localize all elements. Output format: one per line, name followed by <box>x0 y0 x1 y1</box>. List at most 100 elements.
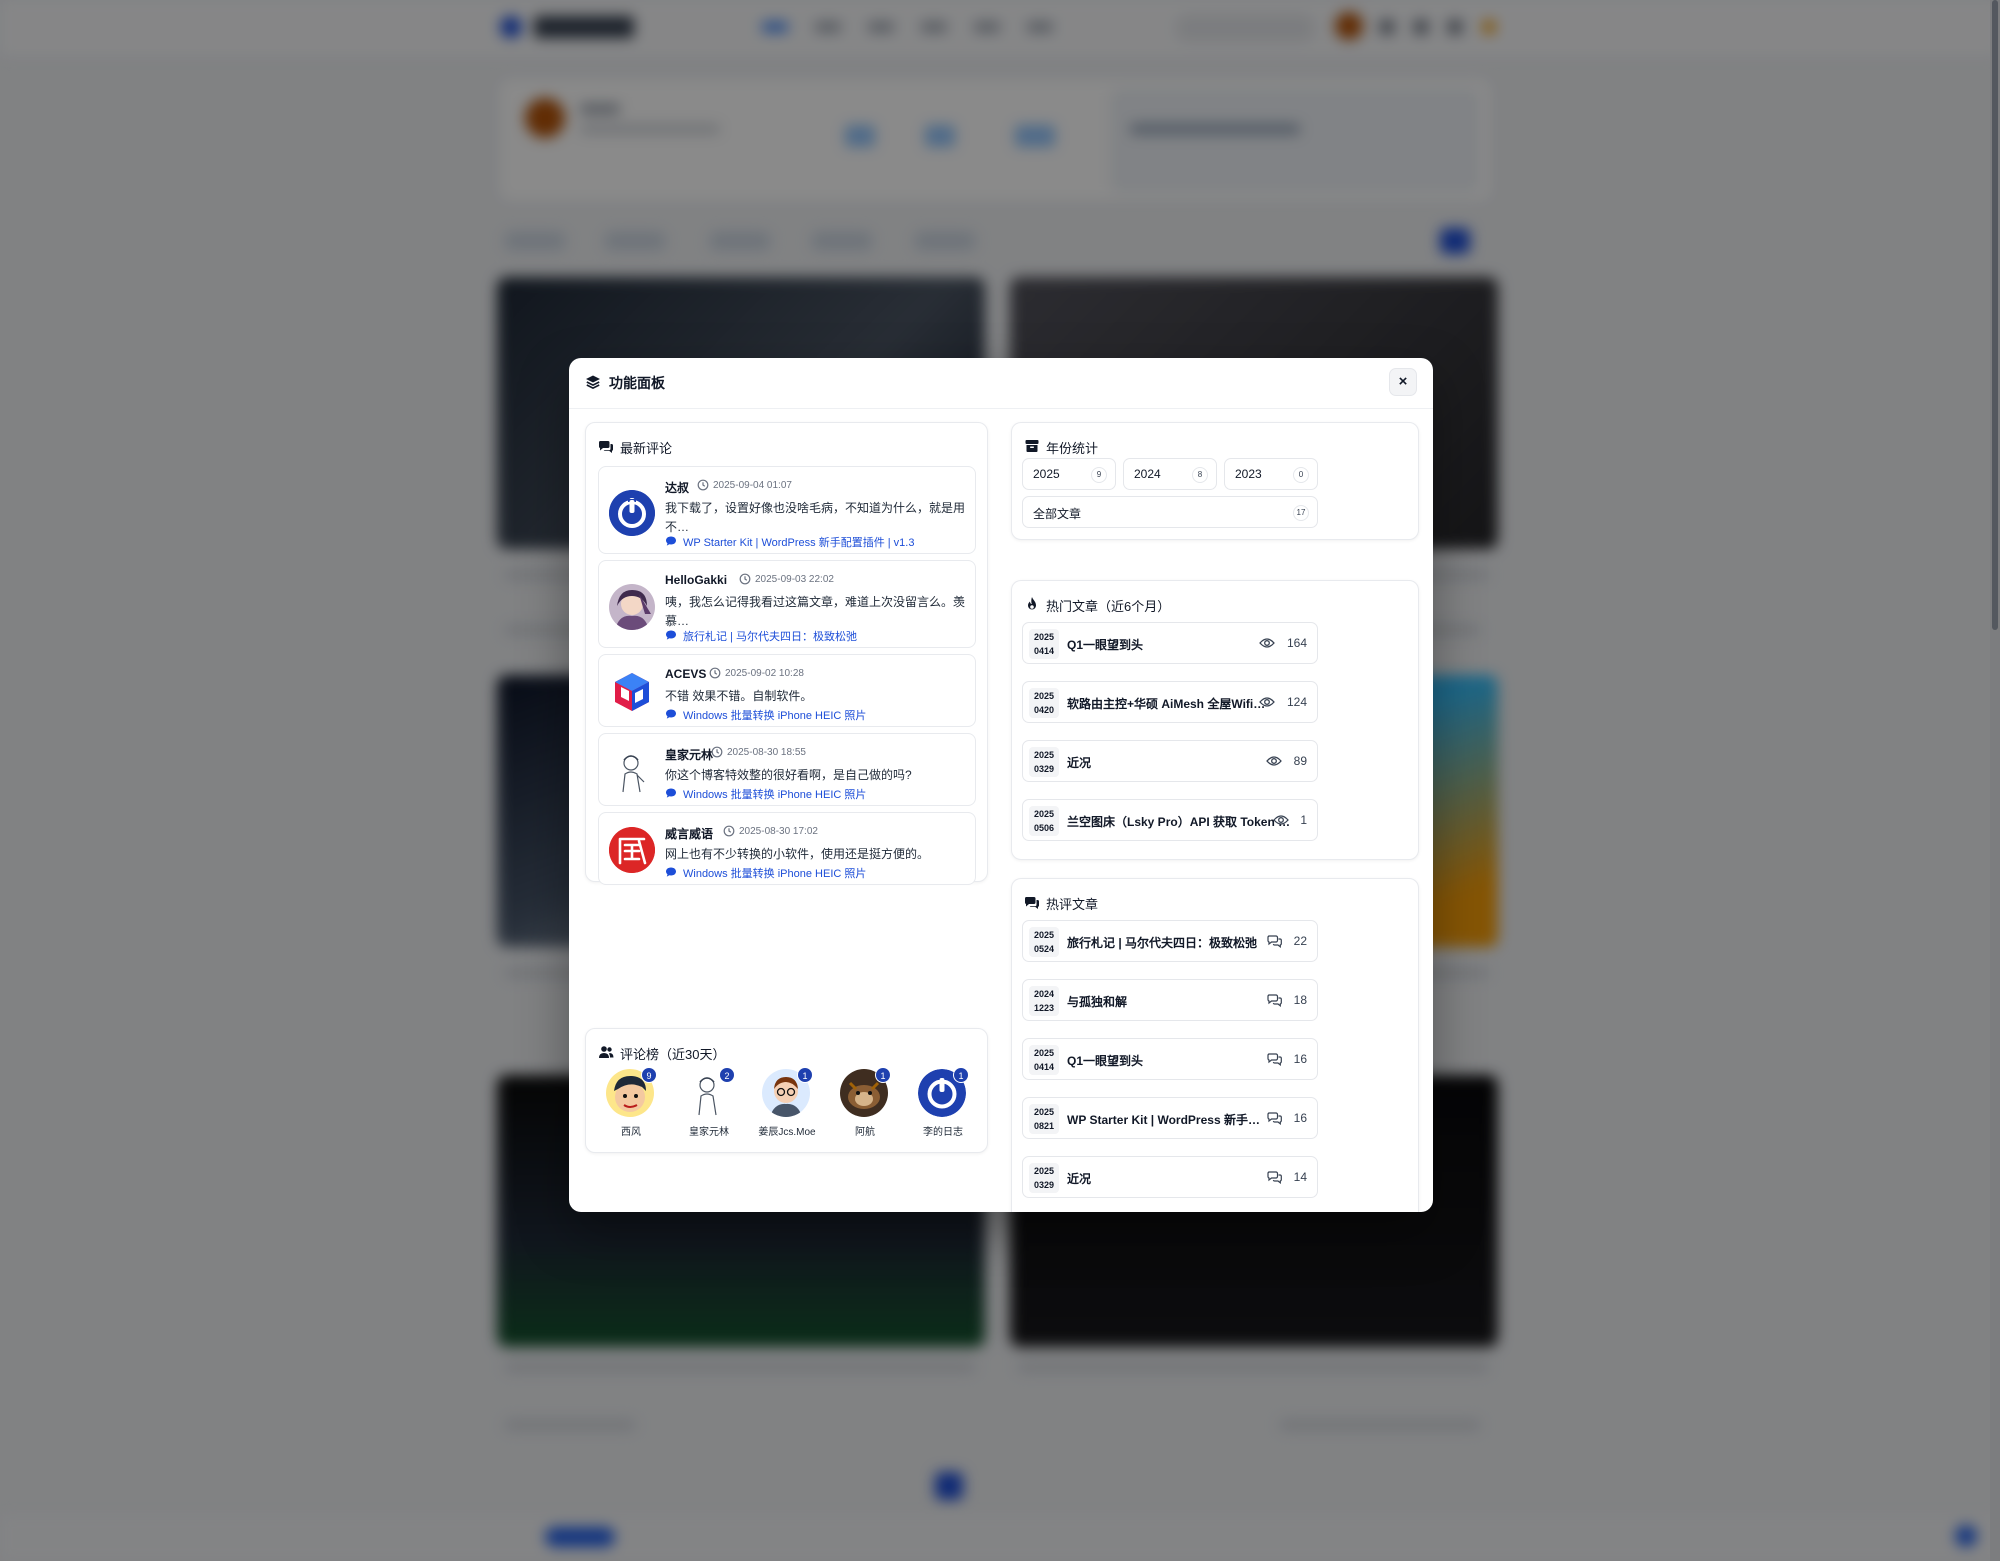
commenter-avatar <box>609 490 655 536</box>
commenter-avatar <box>609 748 655 794</box>
commenter-name[interactable]: ACEVS <box>665 667 706 681</box>
clock-icon <box>711 746 723 758</box>
hot-articles-panel: 热门文章（近6个月） 2025 0414 Q1一眼望到头 164 2025 0420… <box>1011 580 1419 860</box>
year-filter-button[interactable]: 2023 0 <box>1224 458 1318 490</box>
hot-article-item[interactable]: 2025 0506 兰空图床（Lsky Pro）API 获取 Token 教程 1 <box>1022 799 1318 841</box>
article-month-day: 1223 <box>1033 1003 1055 1013</box>
comment-item[interactable]: 达叔 2025-09-04 01:07 我下载了，设置好像也没啥毛病，不知道为什… <box>598 466 976 554</box>
article-title: 与孤独和解 <box>1067 995 1128 1009</box>
comment-count: 14 <box>1293 1170 1307 1184</box>
article-title: 兰空图床（Lsky Pro）API 获取 Token 教程 <box>1067 815 1297 829</box>
article-date: 2025 0329 <box>1029 747 1059 777</box>
sketch-avatar-icon <box>609 748 655 794</box>
function-panel-modal: 功能面板 × 最新评论 达叔 2025-09-04 01:07 我下载了，设置好… <box>569 358 1433 1212</box>
all-articles-count-badge: 17 <box>1293 505 1309 521</box>
year-label: 2023 <box>1235 467 1262 481</box>
comment-count-badge: 2 <box>719 1067 735 1083</box>
comment-count: 18 <box>1293 993 1307 1007</box>
comment-item[interactable]: ACEVS 2025-09-02 10:28 不错 效果不错。自制软件。 Win… <box>598 654 976 727</box>
chat-bubble-icon <box>666 709 676 719</box>
hot-commented-item[interactable]: 2025 0329 近况 14 <box>1022 1156 1318 1198</box>
comment-post-link[interactable]: Windows 批量转换 iPhone HEIC 照片 <box>683 707 866 723</box>
comments-icon <box>1267 1112 1282 1125</box>
comment-post-link[interactable]: 旅行札记 | 马尔代夫四日：极致松弛 <box>683 628 857 644</box>
hot-article-item[interactable]: 2025 0420 软路由主控+华硕 AiMesh 全屋Wifi升级 124 <box>1022 681 1318 723</box>
article-title: 旅行札记 | 马尔代夫四日：极致松弛 <box>1067 936 1258 950</box>
article-year: 2025 <box>1033 1166 1055 1176</box>
year-filter-button[interactable]: 2024 8 <box>1123 458 1217 490</box>
commenter-name[interactable]: HelloGakki <box>665 573 727 587</box>
power-icon <box>609 490 655 536</box>
article-month-day: 0414 <box>1033 646 1055 656</box>
comment-time: 2025-08-30 17:02 <box>739 826 818 837</box>
leaderboard-item[interactable]: 1 阿航 <box>830 1067 900 1141</box>
comments-icon <box>1024 897 1039 909</box>
year-stats-title: 年份统计 <box>1046 441 1099 456</box>
leaderboard-title: 评论榜（近30天） <box>620 1047 726 1062</box>
comment-time: 2025-08-30 18:55 <box>727 747 806 758</box>
commenter-name[interactable]: 威言威语 <box>665 825 713 842</box>
view-count: 89 <box>1293 754 1307 768</box>
hot-commented-item[interactable]: 2025 0821 WP Starter Kit | WordPress 新手配置… <box>1022 1097 1318 1139</box>
article-month-day: 0524 <box>1033 944 1055 954</box>
article-year: 2025 <box>1033 632 1055 642</box>
year-stats-panel: 年份统计 2025 9 2024 8 2023 0 全部文章 17 <box>1011 422 1419 540</box>
article-year: 2025 <box>1033 930 1055 940</box>
chat-bubble-icon <box>666 630 676 640</box>
comment-item[interactable]: 皇家元林 2025-08-30 18:55 你这个博客特效整的很好看啊，是自己做… <box>598 733 976 806</box>
article-title: 软路由主控+华硕 AiMesh 全屋Wifi升级 <box>1067 697 1267 711</box>
comment-count: 16 <box>1293 1111 1307 1125</box>
latest-comments-title: 最新评论 <box>620 441 673 456</box>
article-year: 2025 <box>1033 809 1055 819</box>
year-label: 2025 <box>1033 467 1060 481</box>
comment-item[interactable]: HelloGakki 2025-09-03 22:02 咦，我怎么记得我看过这篇… <box>598 560 976 648</box>
comment-post-link[interactable]: WP Starter Kit | WordPress 新手配置插件 | v1.3 <box>683 534 914 550</box>
hot-commented-item[interactable]: 2024 1223 与孤独和解 18 <box>1022 979 1318 1021</box>
comment-text: 你这个博客特效整的很好看啊，是自己做的吗? <box>665 768 912 782</box>
article-year: 2025 <box>1033 1107 1055 1117</box>
article-year: 2025 <box>1033 1048 1055 1058</box>
view-count: 164 <box>1286 636 1307 650</box>
chat-bubble-icon <box>666 536 676 546</box>
comment-time: 2025-09-02 10:28 <box>725 668 804 679</box>
article-year: 2025 <box>1033 691 1055 701</box>
fire-icon <box>1028 597 1036 610</box>
chat-bubble-icon <box>666 867 676 877</box>
clock-icon <box>739 573 751 585</box>
article-date: 2025 0524 <box>1029 927 1059 957</box>
all-articles-button[interactable]: 全部文章 17 <box>1022 496 1318 528</box>
comment-count: 16 <box>1293 1052 1307 1066</box>
article-date: 2025 0420 <box>1029 688 1059 718</box>
hot-commented-item[interactable]: 2025 0414 Q1一眼望到头 16 <box>1022 1038 1318 1080</box>
comment-item[interactable]: 威言威语 2025-08-30 17:02 网上也有不少转换的小软件，使用还是挺… <box>598 812 976 885</box>
year-filter-button[interactable]: 2025 9 <box>1022 458 1116 490</box>
commenter-avatar <box>609 669 655 715</box>
article-month-day: 0506 <box>1033 823 1055 833</box>
comment-time: 2025-09-04 01:07 <box>713 480 792 491</box>
wei-character-icon <box>609 827 655 873</box>
article-date: 2025 0506 <box>1029 806 1059 836</box>
article-month-day: 0821 <box>1033 1121 1055 1131</box>
comment-count-badge: 1 <box>797 1067 813 1083</box>
hot-commented-item[interactable]: 2025 0524 旅行札记 | 马尔代夫四日：极致松弛 22 <box>1022 920 1318 962</box>
hot-article-item[interactable]: 2025 0329 近况 89 <box>1022 740 1318 782</box>
leaderboard-item[interactable]: 1 姜辰Jcs.Moe <box>752 1067 822 1141</box>
article-date: 2025 0414 <box>1029 1045 1059 1075</box>
commenter-name[interactable]: 达叔 <box>665 479 689 496</box>
article-month-day: 0414 <box>1033 1062 1055 1072</box>
commenter-avatar <box>609 584 655 630</box>
comment-post-link[interactable]: Windows 批量转换 iPhone HEIC 照片 <box>683 786 866 802</box>
leaderboard-item[interactable]: 9 西风 <box>596 1067 666 1141</box>
commenter-name[interactable]: 皇家元林 <box>665 746 713 763</box>
clock-icon <box>709 667 721 679</box>
close-button[interactable]: × <box>1389 368 1417 396</box>
archive-icon <box>1025 440 1039 452</box>
chat-bubble-icon <box>666 788 676 798</box>
leaderboard-name: 西风 <box>621 1127 641 1138</box>
leaderboard-item[interactable]: 2 皇家元林 <box>674 1067 744 1141</box>
leaderboard-item[interactable]: 1 李的日志 <box>908 1067 978 1141</box>
comment-post-link[interactable]: Windows 批量转换 iPhone HEIC 照片 <box>683 865 866 881</box>
leaderboard-name: 皇家元林 <box>689 1127 729 1138</box>
modal-header: 功能面板 × <box>569 358 1433 409</box>
hot-article-item[interactable]: 2025 0414 Q1一眼望到头 164 <box>1022 622 1318 664</box>
